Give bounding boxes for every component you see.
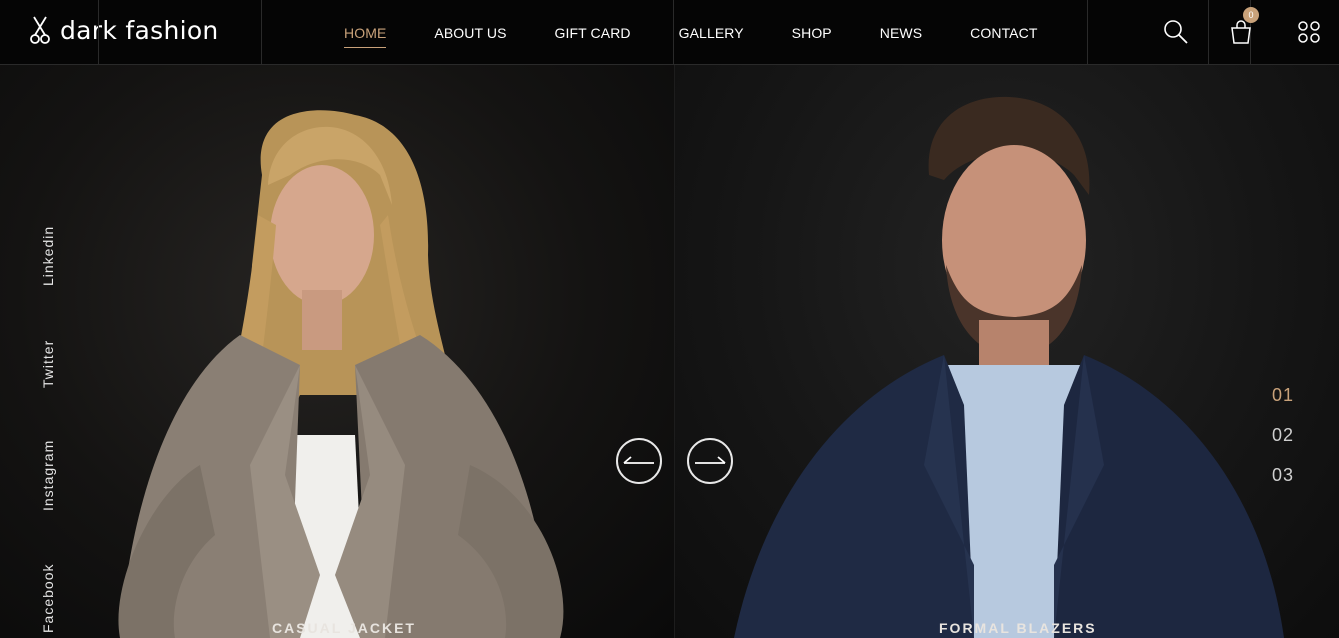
model-woman-image [118,110,564,638]
nav-contact[interactable]: CONTACT [946,25,1061,41]
social-linkedin[interactable]: Linkedin [40,226,56,286]
nav-about-us[interactable]: ABOUT US [410,25,530,41]
social-instagram[interactable]: Instagram [40,440,56,511]
brand-logo[interactable]: dark fashion [28,10,219,50]
panel-divider [674,65,675,638]
slide-panel-casual-jacket[interactable]: CASUAL JACKET [0,65,674,638]
cart-count-badge: 0 [1243,7,1259,23]
slide-panel-formal-blazers[interactable]: FORMAL BLAZERS [674,65,1339,638]
grid-menu-icon [1298,21,1320,43]
site-header: dark fashion HOME ABOUT US GIFT CARD GAL… [0,0,1339,65]
slide-counter-01[interactable]: 01 [1272,385,1294,406]
arrow-right-icon [695,456,726,464]
menu-button[interactable] [1291,14,1327,50]
slide-caption-right: FORMAL BLAZERS [939,620,1097,636]
social-facebook[interactable]: Facebook [40,564,56,633]
brand-name: dark fashion [60,15,219,45]
scissors-icon [30,16,50,44]
nav-home[interactable]: HOME [320,25,410,48]
arrow-left-icon [623,456,654,464]
header-divider [98,0,99,65]
cart-button[interactable]: 0 [1223,7,1259,50]
header-divider [261,0,262,65]
main-nav: HOME ABOUT US GIFT CARD GALLERY SHOP NEW… [320,0,1061,65]
nav-news[interactable]: NEWS [856,25,946,41]
nav-gift-card[interactable]: GIFT CARD [531,25,655,41]
search-icon [1164,20,1188,44]
search-button[interactable] [1158,14,1194,50]
next-slide-button[interactable] [687,438,733,484]
model-man-image [734,96,1284,638]
nav-gallery[interactable]: GALLERY [655,25,768,41]
social-links: Linkedin Twitter Instagram Facebook [40,65,66,638]
slide-counter-03[interactable]: 03 [1272,465,1294,486]
nav-shop[interactable]: SHOP [768,25,856,41]
header-divider [1208,0,1209,65]
header-divider [1087,0,1088,65]
slide-counter-02[interactable]: 02 [1272,425,1294,446]
social-twitter[interactable]: Twitter [40,340,56,388]
prev-slide-button[interactable] [616,438,662,484]
slide-caption-left: CASUAL JACKET [272,620,416,636]
